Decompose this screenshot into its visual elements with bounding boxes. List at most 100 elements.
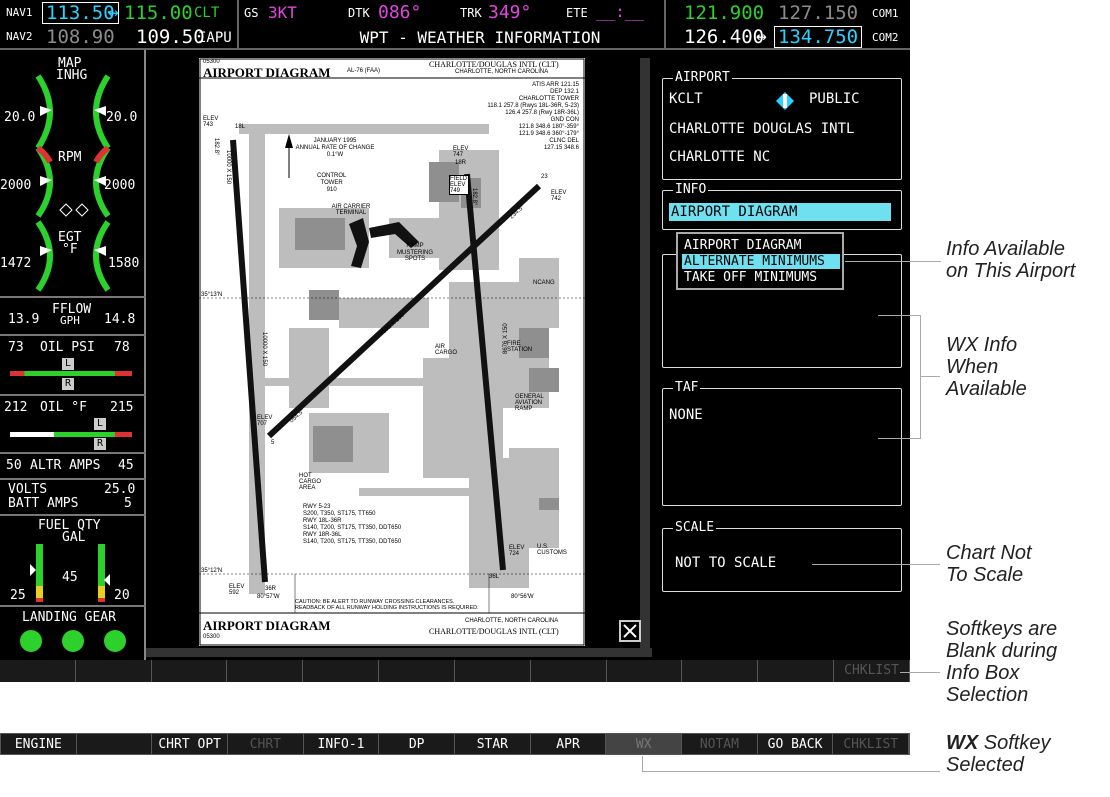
main-softkey-5[interactable]: INFO-1	[304, 734, 380, 754]
public-airport-icon	[776, 92, 794, 110]
main-softkey-7[interactable]: STAR	[455, 734, 531, 754]
gs-value: 3KT	[268, 3, 297, 22]
rwy-info-5: RWY 18R-36L	[303, 532, 342, 538]
com1-standby-frequency[interactable]: 127.150	[778, 2, 858, 24]
com2-standby-frequency[interactable]: 134.750	[774, 26, 863, 48]
softkey-bar-blank: CHKLIST	[0, 660, 910, 682]
chart-close-button[interactable]	[619, 620, 641, 642]
callout-wx-info: WX Info When Available	[946, 334, 1027, 400]
control-tower-l2: TOWER	[320, 180, 343, 186]
blank-softkey-11[interactable]	[758, 660, 835, 682]
leader-line	[642, 756, 643, 772]
blank-softkey-2[interactable]	[76, 660, 152, 682]
leader-line	[812, 564, 940, 565]
nav2-ident: IAPU	[198, 30, 232, 46]
airport-name: CHARLOTTE DOUGLAS INTL	[669, 121, 855, 137]
com2-swap-arrow[interactable]: ↔	[756, 26, 767, 47]
chart-airport-name: CHARLOTTE/DOUGLAS INTL (CLT)	[429, 60, 559, 69]
callout-line: Info Box	[946, 662, 1020, 684]
volts-label: VOLTS	[8, 482, 48, 497]
callout-line: When	[946, 356, 999, 378]
com2-active-frequency[interactable]: 126.400	[684, 26, 764, 48]
divider	[664, 0, 666, 50]
airport-identifier: KCLT	[669, 91, 703, 107]
com2-label: COM2	[872, 31, 899, 44]
dropdown-item-take-off-minimums[interactable]: TAKE OFF MINIMUMS	[684, 270, 817, 285]
main-softkey-3[interactable]: CHRT OPT	[152, 734, 229, 754]
blank-softkey-3[interactable]	[152, 660, 228, 682]
blank-softkey-9[interactable]	[607, 660, 683, 682]
ete-label: ETE	[566, 6, 588, 20]
blank-softkey-6[interactable]	[379, 660, 455, 682]
nav1-standby-frequency[interactable]: 115.00	[124, 2, 193, 24]
elev-724: ELEV 724	[509, 545, 525, 557]
freq-clnc: 127.15 348.6	[543, 145, 579, 151]
info-selection-field[interactable]: AIRPORT DIAGRAM	[669, 203, 891, 221]
elev-742: ELEV 742	[551, 190, 567, 202]
main-softkey-12[interactable]: CHKLIST	[833, 734, 910, 754]
scale-value: NOT TO SCALE	[675, 555, 777, 571]
info-box: INFO AIRPORT DIAGRAM	[662, 182, 902, 230]
blank-softkey-10[interactable]	[682, 660, 759, 682]
map-right-value: 20.0	[106, 110, 138, 125]
rwy-left-dim: 10000 X 150	[261, 332, 267, 367]
mfd-screen: NAV1 113.50 ↔ 115.00 CLT NAV2 108.90 109…	[0, 0, 910, 682]
blank-softkey-12[interactable]: CHKLIST	[834, 660, 910, 682]
oil-temp-label: OIL °F	[40, 400, 87, 415]
rwy-info-4: S140, T200, ST175, TT350, DDT650	[303, 525, 402, 531]
main-softkey-4[interactable]: CHRT	[228, 734, 304, 754]
info-box-title: INFO	[673, 182, 709, 197]
scale-box-title: SCALE	[673, 520, 717, 535]
main-softkey-9[interactable]: WX	[606, 734, 683, 754]
info-dropdown-menu[interactable]: AIRPORT DIAGRAM ALTERNATE MINIMUMS TAKE …	[676, 232, 844, 290]
freq-tower-label: CHARLOTTE TOWER	[518, 96, 579, 102]
main-softkey-1[interactable]: ENGINE	[1, 734, 77, 754]
oil-temp-bar	[10, 432, 132, 437]
chart-al-code: AL-76 (FAA)	[347, 68, 381, 74]
nav2-standby-frequency[interactable]: 109.50	[136, 26, 205, 48]
chart-vertical-scrollbar[interactable]	[640, 58, 650, 648]
trk-label: TRK	[460, 6, 482, 20]
ete-value: __:__	[596, 2, 645, 21]
main-softkey-2[interactable]	[77, 734, 153, 754]
egt-unit: °F	[62, 242, 78, 257]
com1-active-frequency[interactable]: 121.900	[684, 2, 764, 24]
rwy-left-length: 10000 X 150	[225, 150, 231, 185]
longitude-1: 80°57'W	[257, 594, 280, 600]
altr-label: ALTR AMPS	[30, 458, 101, 473]
dropdown-item-airport-diagram[interactable]: AIRPORT DIAGRAM	[684, 238, 801, 253]
taf-box: TAF NONE	[662, 380, 902, 506]
blank-softkey-5[interactable]	[303, 660, 380, 682]
dropdown-item-alternate-minimums[interactable]: ALTERNATE MINIMUMS	[682, 254, 840, 269]
divider	[0, 296, 146, 298]
blank-softkey-7[interactable]	[455, 660, 531, 682]
scale-box: SCALE NOT TO SCALE	[662, 520, 902, 592]
altr-left-value: 50	[6, 458, 22, 473]
chart-horizontal-scrollbar[interactable]	[146, 648, 652, 657]
main-softkey-8[interactable]: APR	[531, 734, 607, 754]
blank-softkey-8[interactable]	[531, 660, 607, 682]
main-softkey-10[interactable]: NOTAM	[682, 734, 758, 754]
leader-line	[920, 376, 940, 377]
blank-softkey-1[interactable]	[0, 660, 76, 682]
chart-city: CHARLOTTE, NORTH CAROLINA	[455, 69, 549, 75]
chart-title: AIRPORT DIAGRAM	[203, 65, 331, 80]
main-softkey-6[interactable]: DP	[379, 734, 456, 754]
control-tower-l3: 910	[326, 187, 337, 193]
rwy-info-3: RWY 18L-36R	[303, 518, 342, 524]
airport-diagram-chart[interactable]: 05300 AIRPORT DIAGRAM AL-76 (FAA) CHARLO…	[199, 58, 585, 646]
egt-left-value: 1472	[0, 256, 32, 271]
blank-softkey-4[interactable]	[227, 660, 304, 682]
nav1-swap-arrow[interactable]: ↔	[108, 2, 119, 23]
freq-tower1: 118.1 257.8 (Rwys 18L-36R, 5-23)	[487, 103, 579, 109]
latitude-2: 35°12'N	[201, 568, 223, 574]
rwy-5: 5	[271, 440, 275, 446]
nav2-active-frequency[interactable]: 108.90	[46, 26, 115, 48]
main-softkey-11[interactable]: GO BACK	[758, 734, 834, 754]
batt-amps-label: BATT AMPS	[8, 496, 79, 511]
oil-psi-bar	[10, 371, 132, 376]
freq-atis: ATIS ARR 121.15	[532, 82, 579, 88]
fflow-right-value: 14.8	[104, 312, 136, 327]
l-marker: L	[62, 358, 74, 370]
divider	[237, 0, 239, 50]
